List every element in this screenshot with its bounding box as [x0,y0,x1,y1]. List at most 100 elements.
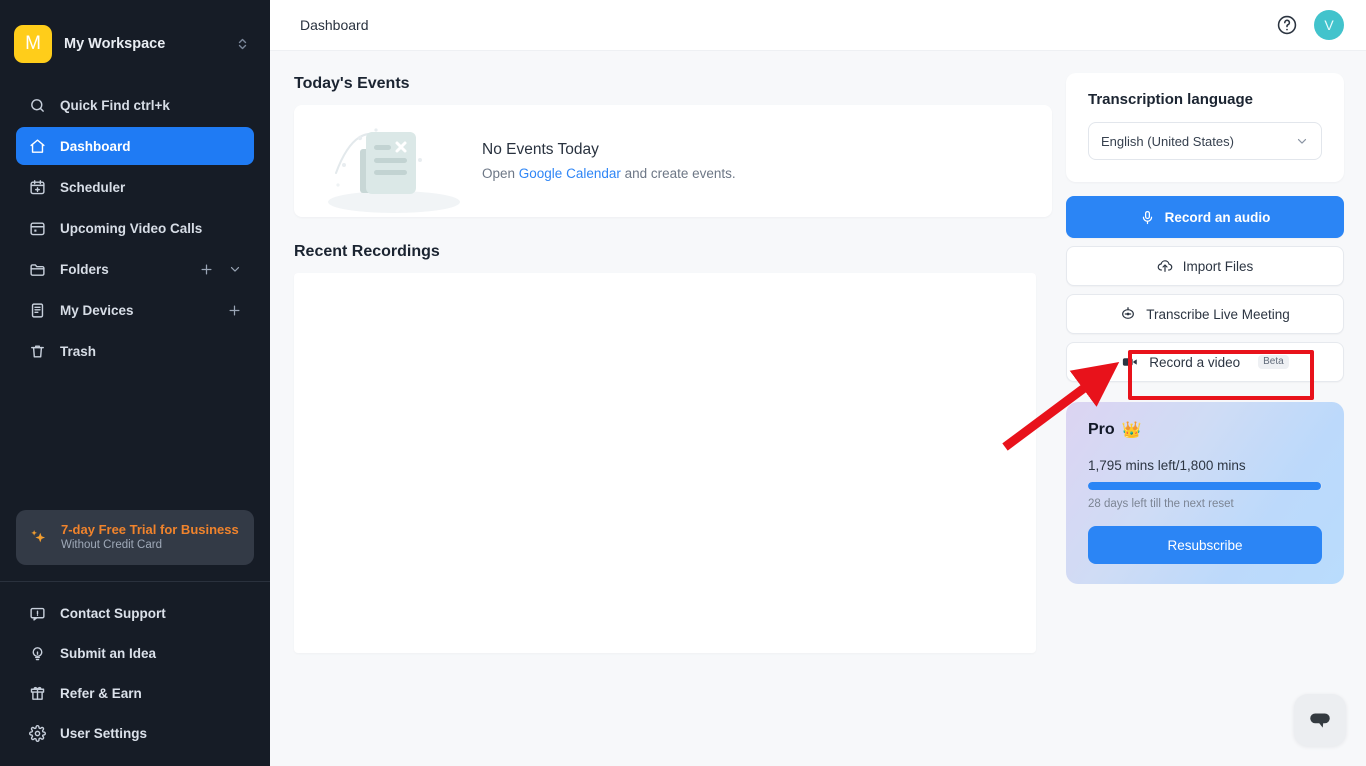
recent-recordings-section: Recent Recordings [294,243,1066,653]
no-events-title: No Events Today [482,141,599,158]
transcribe-live-meeting-button[interactable]: Transcribe Live Meeting [1066,294,1344,334]
workspace-switcher[interactable]: M My Workspace [0,0,270,72]
minutes-progress-fill [1088,482,1322,490]
action-button-stack: Record an audio Import Files Transcribe … [1066,196,1344,382]
pro-reset-text: 28 days left till the next reset [1088,498,1234,510]
trial-text: 7-day Free Trial for Business Without Cr… [61,521,239,554]
chat-widget-button[interactable] [1294,694,1346,746]
record-a-video-label: Record a video [1149,354,1241,370]
sidebar-item-submit-an-idea[interactable]: Submit an Idea [16,634,254,672]
sidebar-item-dashboard[interactable]: Dashboard [16,127,254,165]
devices-actions [227,303,242,318]
sidebar-item-user-settings[interactable]: User Settings [16,714,254,752]
sidebar-item-label: User Settings [60,725,148,741]
sidebar-item-quick-find[interactable]: Quick Find ctrl+k [16,86,254,124]
empty-events-illustration [302,105,482,217]
transcription-language-title: Transcription language [1088,91,1254,108]
video-camera-icon [1121,353,1139,371]
add-device-icon[interactable] [227,303,242,318]
chevron-down-icon[interactable] [228,262,242,276]
language-select[interactable]: English (United States) [1088,122,1322,160]
transcribe-live-meeting-label: Transcribe Live Meeting [1146,306,1290,322]
language-select-value: English (United States) [1101,133,1234,149]
chevron-updown-icon[interactable] [237,37,248,51]
crown-icon: 👑 [1121,422,1142,439]
pro-plan-title: Pro [1088,421,1115,438]
record-an-audio-label: Record an audio [1164,209,1271,225]
import-files-label: Import Files [1182,258,1254,274]
pro-minutes-text: 1,795 mins left/1,800 mins [1088,458,1246,473]
sidebar-item-contact-support[interactable]: Contact Support [16,594,254,632]
sidebar-item-label: Submit an Idea [60,645,157,661]
sidebar-item-label: Contact Support [60,605,166,621]
free-trial-banner[interactable]: 7-day Free Trial for Business Without Cr… [16,509,254,565]
todays-events-card: No Events Today Open Google Calendar and… [294,105,1052,217]
record-a-video-button[interactable]: Record a video Beta [1066,342,1344,382]
sidebar-item-scheduler[interactable]: Scheduler [16,168,254,206]
sidebar-item-label: Refer & Earn [60,685,142,701]
folders-actions [199,262,242,277]
beta-badge: Beta [1258,355,1289,369]
record-an-audio-button[interactable]: Record an audio [1066,196,1344,238]
import-files-button[interactable]: Import Files [1066,246,1344,286]
app-root: M My Workspace Quick Find ctrl+k Dashboa… [0,0,1366,766]
sidebar: M My Workspace Quick Find ctrl+k Dashboa… [0,0,270,766]
empty-events-text: No Events Today Open Google Calendar and… [482,141,736,181]
home-icon [28,137,46,155]
pro-plan-card: Pro 👑 1,795 mins left/1,800 mins 28 days… [1066,402,1344,584]
sidebar-item-label: Upcoming Video Calls [60,220,203,236]
sidebar-item-label: Folders [60,261,109,277]
lightbulb-icon [28,644,46,662]
sidebar-item-trash[interactable]: Trash [16,332,254,370]
primary-nav: Quick Find ctrl+k Dashboard Scheduler Up… [0,72,270,370]
secondary-nav: Contact Support Submit an Idea Refer & E… [0,582,270,766]
content-column: Today's Events No Events Today Open Goog… [270,51,1066,766]
topbar: Dashboard V [270,0,1366,51]
microphone-icon [1140,210,1155,225]
body-region: Today's Events No Events Today Open Goog… [270,51,1366,766]
sidebar-item-upcoming-video-calls[interactable]: Upcoming Video Calls [16,209,254,247]
message-icon [28,604,46,622]
recent-recordings-heading: Recent Recordings [294,243,440,260]
no-events-suffix: and create events. [620,166,736,181]
todays-events-heading: Today's Events [294,75,410,92]
recent-recordings-card [294,273,1036,653]
robot-icon [1120,306,1136,322]
sparkles-icon [28,527,49,548]
upload-cloud-icon [1157,258,1173,274]
resubscribe-button[interactable]: Resubscribe [1088,526,1322,564]
transcription-language-card: Transcription language English (United S… [1066,73,1344,182]
folder-icon [28,260,46,278]
workspace-name: My Workspace [64,36,166,52]
calendar-icon [28,219,46,237]
sidebar-item-label: Quick Find ctrl+k [60,97,170,113]
help-circle-icon[interactable] [1276,14,1298,36]
pro-plan-header: Pro 👑 [1088,420,1322,440]
main-region: Dashboard V Today's Events No Events Tod… [270,0,1366,766]
sidebar-item-label: Scheduler [60,179,126,195]
right-panel: Transcription language English (United S… [1066,51,1366,766]
avatar[interactable]: V [1314,10,1344,40]
sidebar-item-label: Trash [60,343,97,359]
chat-bubble-icon [1310,713,1330,728]
gear-icon [28,724,46,742]
google-calendar-link[interactable]: Google Calendar [519,166,621,181]
sidebar-item-my-devices[interactable]: My Devices [16,291,254,329]
workspace-logo: M [14,25,52,63]
minutes-progress-track [1088,482,1322,490]
sidebar-item-label: Dashboard [60,138,131,154]
trial-subtitle: Without Credit Card [61,539,162,552]
gift-icon [28,684,46,702]
sidebar-item-refer-and-earn[interactable]: Refer & Earn [16,674,254,712]
sidebar-item-folders[interactable]: Folders [16,250,254,288]
page-title: Dashboard [300,17,369,33]
trash-icon [28,342,46,360]
calendar-plus-icon [28,178,46,196]
add-folder-icon[interactable] [199,262,214,277]
trial-title: 7-day Free Trial for Business [61,521,239,537]
sidebar-item-label: My Devices [60,302,134,318]
chevron-down-icon [1295,134,1309,148]
search-icon [28,96,46,114]
no-events-subtitle: Open Google Calendar and create events. [482,166,736,181]
